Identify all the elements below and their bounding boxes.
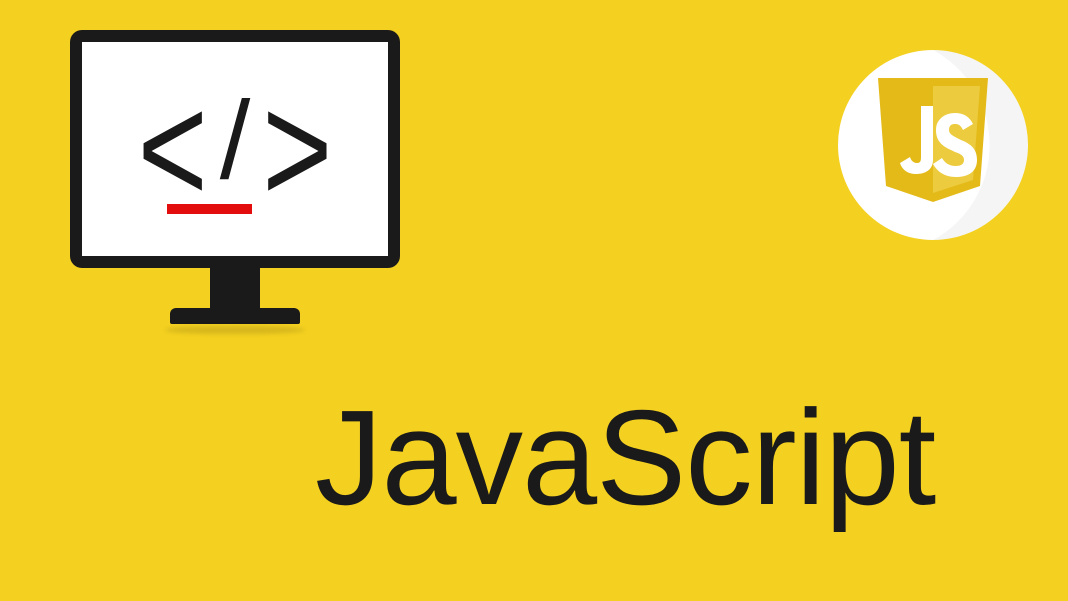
monitor-screen: < / > xyxy=(82,42,388,256)
page-title: JavaScript xyxy=(315,380,935,535)
monitor-frame: < / > xyxy=(70,30,400,268)
monitor-neck xyxy=(210,268,260,308)
js-shield-icon xyxy=(838,50,1028,240)
cursor-underscore-icon xyxy=(167,204,252,214)
monitor-shadow xyxy=(165,326,305,334)
code-brackets-icon: < / > xyxy=(138,89,333,209)
slash-glyph: / xyxy=(220,86,251,196)
javascript-logo-badge xyxy=(838,50,1028,240)
monitor-illustration: < / > xyxy=(70,30,400,334)
monitor-base xyxy=(170,308,300,324)
greater-than-glyph: > xyxy=(262,71,332,227)
